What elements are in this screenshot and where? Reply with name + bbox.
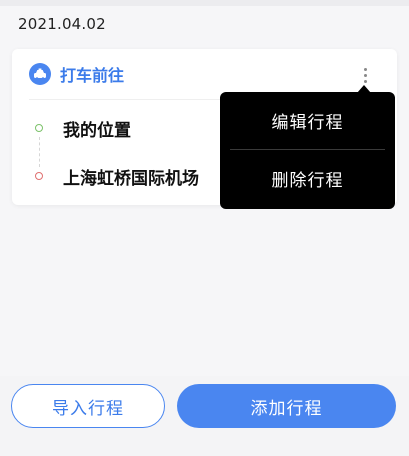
trip-card-header: 打车前往 — [12, 49, 397, 97]
top-strip — [0, 0, 409, 6]
trip-date: 2021.04.02 — [18, 15, 106, 33]
taxi-icon — [29, 63, 51, 85]
edit-trip-menu-item[interactable]: 编辑行程 — [220, 92, 395, 148]
add-trip-button[interactable]: 添加行程 — [177, 384, 396, 428]
end-location: 上海虹桥国际机场 — [63, 169, 199, 189]
trip-options-menu: 编辑行程 删除行程 — [220, 85, 395, 209]
start-location: 我的位置 — [63, 121, 131, 141]
import-trip-button[interactable]: 导入行程 — [11, 384, 165, 428]
trip-mode-title: 打车前往 — [60, 66, 125, 85]
route-end: 上海虹桥国际机场 — [12, 161, 232, 191]
bottom-action-bar: 导入行程 添加行程 — [0, 376, 409, 456]
route-start: 我的位置 — [12, 113, 232, 143]
delete-trip-menu-item[interactable]: 删除行程 — [220, 150, 395, 206]
start-point-icon — [35, 124, 43, 132]
end-point-icon — [35, 172, 43, 180]
